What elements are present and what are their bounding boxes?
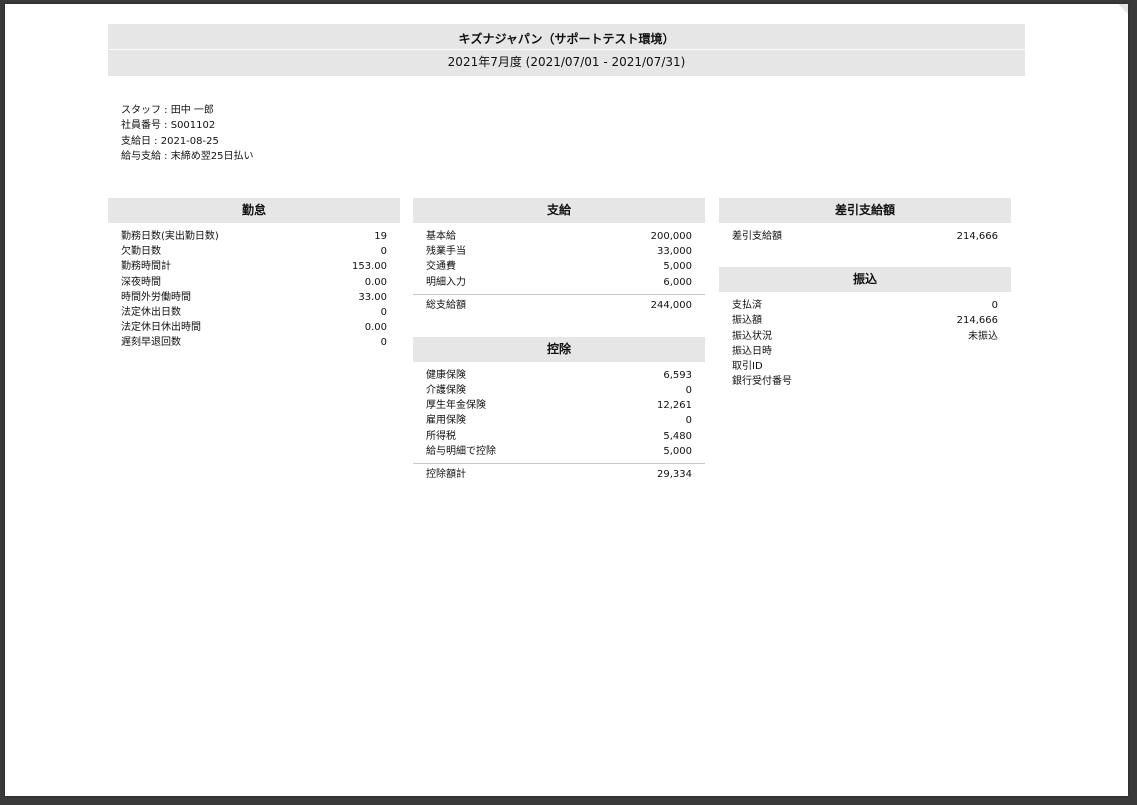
staff-info: スタッフ : 田中 一郎 社員番号 : S001102 支給日 : 2021-0… — [121, 103, 253, 164]
row-label: 時間外労働時間 — [121, 291, 191, 303]
row-label: 振込日時 — [732, 345, 772, 357]
table-row: 交通費 5,000 — [426, 259, 692, 274]
row-label: 支払済 — [732, 300, 762, 312]
row-value: 0.00 — [364, 322, 387, 334]
row-value: 0 — [380, 246, 387, 258]
net-pay-column: 差引支給額 差引支給額 214,666 振込 支払済 0 振込額 214,666 振込… — [719, 198, 1011, 389]
table-row: 時間外労働時間 33.00 — [121, 290, 387, 305]
table-row: 深夜時間 0.00 — [121, 275, 387, 290]
table-row: 残業手当 33,000 — [426, 244, 692, 259]
row-label: 雇用保険 — [426, 415, 466, 427]
row-label: 銀行受付番号 — [732, 376, 792, 388]
row-value: 5,000 — [663, 261, 692, 273]
deductions-total-row: 控除額計 29,334 — [413, 464, 705, 482]
table-row: 勤務日数(実出勤日数) 19 — [121, 229, 387, 244]
row-label: 遅刻早退回数 — [121, 337, 181, 349]
row-value: 0 — [685, 415, 692, 427]
total-value: 244,000 — [650, 299, 692, 311]
row-label: 給与明細で控除 — [426, 445, 496, 457]
table-row: 支払済 0 — [732, 298, 998, 313]
table-row: 法定休日休出時間 0.00 — [121, 320, 387, 335]
company-name: キズナジャパン（サポートテスト環境） — [108, 24, 1025, 50]
payments-title: 支給 — [413, 198, 705, 223]
table-row: 銀行受付番号 — [732, 374, 998, 389]
table-row: 振込額 214,666 — [732, 313, 998, 328]
row-label: 介護保険 — [426, 384, 466, 396]
row-label: 深夜時間 — [121, 276, 161, 288]
row-label: 所得税 — [426, 430, 456, 442]
row-label: 基本給 — [426, 231, 456, 242]
table-row: 厚生年金保険 12,261 — [426, 398, 692, 413]
attendance-title: 勤怠 — [108, 198, 400, 223]
row-value: 0 — [685, 384, 692, 396]
row-value: 5,000 — [663, 445, 692, 457]
row-value: 0.00 — [364, 276, 387, 288]
row-value: 19 — [374, 231, 387, 242]
staff-name: スタッフ : 田中 一郎 — [121, 105, 214, 116]
row-label: 健康保険 — [426, 369, 466, 381]
transfer-title: 振込 — [719, 267, 1011, 293]
total-label: 控除額計 — [426, 468, 466, 480]
table-row: 雇用保険 0 — [426, 413, 692, 428]
row-value: 214,666 — [956, 231, 998, 242]
row-value: 12,261 — [657, 400, 692, 412]
row-label: 取引ID — [732, 360, 763, 372]
table-row: 給与明細で控除 5,000 — [426, 444, 692, 459]
table-row: 差引支給額 214,666 — [732, 229, 998, 244]
row-value: 5,480 — [663, 430, 692, 442]
row-value: 214,666 — [956, 315, 998, 327]
pay-terms: 給与支給 : 末締め翌25日払い — [121, 150, 254, 162]
table-row: 欠勤日数 0 — [121, 244, 387, 259]
row-label: 差引支給額 — [732, 231, 782, 242]
row-label: 厚生年金保険 — [426, 400, 486, 412]
table-row: 遅刻早退回数 0 — [121, 335, 387, 350]
row-value: 0 — [380, 337, 387, 349]
row-label: 残業手当 — [426, 246, 466, 258]
row-label: 法定休出日数 — [121, 306, 181, 318]
net-pay-title: 差引支給額 — [719, 198, 1011, 223]
table-row: 法定休出日数 0 — [121, 305, 387, 320]
row-value: 6,593 — [663, 369, 692, 381]
payments-column: 支給 基本給 200,000 残業手当 33,000 交通費 5,000 明細入力 6,… — [413, 198, 705, 482]
row-value: 未振込 — [968, 330, 998, 342]
row-label: 明細入力 — [426, 276, 466, 288]
pay-period: 2021年7月度 (2021/07/01 - 2021/07/31) — [108, 50, 1025, 76]
table-row: 勤務時間計 153.00 — [121, 259, 387, 274]
row-value: 0 — [991, 300, 998, 312]
row-label: 振込状況 — [732, 330, 772, 342]
employee-number: 社員番号 : S001102 — [121, 120, 216, 132]
row-label: 欠勤日数 — [121, 246, 161, 258]
payments-total-row: 総支給額 244,000 — [413, 295, 705, 313]
row-label: 交通費 — [426, 261, 456, 273]
row-value: 153.00 — [352, 261, 387, 273]
table-row: 明細入力 6,000 — [426, 275, 692, 290]
table-row: 振込状況 未振込 — [732, 329, 998, 344]
row-label: 勤務日数(実出勤日数) — [121, 231, 219, 242]
row-value: 0 — [380, 306, 387, 318]
row-value: 33,000 — [657, 246, 692, 258]
row-value: 200,000 — [650, 231, 692, 242]
row-label: 法定休日休出時間 — [121, 322, 201, 334]
row-value: 6,000 — [663, 276, 692, 288]
table-row: 取引ID — [732, 359, 998, 374]
table-row: 健康保険 6,593 — [426, 368, 692, 383]
row-value: 33.00 — [358, 291, 387, 303]
attendance-section: 勤怠 勤務日数(実出勤日数) 19 欠勤日数 0 勤務時間計 153.00 深夜時間 0… — [108, 198, 400, 351]
table-row: 所得税 5,480 — [426, 429, 692, 444]
total-label: 総支給額 — [426, 299, 466, 311]
row-label: 振込額 — [732, 315, 762, 327]
payslip-page: キズナジャパン（サポートテスト環境） 2021年7月度 (2021/07/01 … — [5, 4, 1128, 796]
pay-date: 支給日 : 2021-08-25 — [121, 135, 219, 147]
table-row: 振込日時 — [732, 344, 998, 359]
total-value: 29,334 — [657, 468, 692, 480]
deductions-title: 控除 — [413, 336, 705, 362]
table-row: 基本給 200,000 — [426, 229, 692, 244]
table-row: 介護保険 0 — [426, 383, 692, 398]
payslip-header: キズナジャパン（サポートテスト環境） 2021年7月度 (2021/07/01 … — [108, 24, 1025, 76]
row-label: 勤務時間計 — [121, 261, 171, 273]
